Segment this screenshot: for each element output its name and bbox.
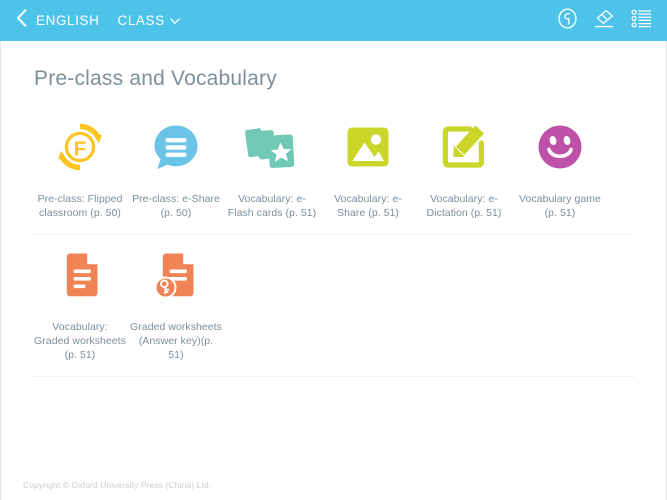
- class-dropdown[interactable]: CLASS: [117, 12, 180, 30]
- tile-vocabulary-e-dictation[interactable]: Vocabulary: e-Dictation (p. 51): [416, 107, 512, 220]
- tile-label: Vocabulary: e-Share (p. 51): [334, 193, 402, 219]
- tile-pre-class-e-share[interactable]: Pre-class: e-Share (p. 50): [128, 107, 224, 220]
- tile-vocabulary-game[interactable]: Vocabulary game (p. 51): [512, 107, 608, 220]
- topbar-left-group: ENGLISH CLASS: [8, 6, 180, 36]
- tile-label: Vocabulary: e-Dictation (p. 51): [426, 193, 502, 219]
- content-page: Pre-class and Vocabulary F Pre-class: Fl…: [0, 41, 667, 500]
- eraser-icon: [593, 8, 615, 34]
- list-menu-button[interactable]: [629, 9, 653, 33]
- graded-worksheets-answer-key-icon: [144, 243, 208, 307]
- list-menu-icon: [630, 9, 652, 33]
- tile-row: F Pre-class: Flipped classroom (p. 50) P…: [32, 107, 635, 235]
- annotate-pen-button[interactable]: [555, 8, 579, 34]
- annotate-pen-icon: [557, 8, 578, 34]
- copyright-text: Copyright © Oxford University Press (Chi…: [23, 480, 212, 490]
- tile-graded-worksheets-answer-key[interactable]: Graded worksheets (Answer key)(p. 51): [128, 235, 224, 362]
- e-dictation-pencil-icon: [432, 115, 496, 179]
- tile-label: Pre-class: e-Share (p. 50): [132, 193, 220, 219]
- tile-row: Vocabulary: Graded worksheets (p. 51) Gr…: [32, 235, 635, 377]
- page-footer: Copyright © Oxford University Press (Chi…: [1, 480, 666, 490]
- tile-label: Pre-class: Flipped classroom (p. 50): [37, 193, 123, 219]
- vocabulary-game-smiley-icon: [528, 115, 592, 179]
- tile-label: Vocabulary game (p. 51): [519, 193, 601, 219]
- back-button[interactable]: [8, 6, 34, 36]
- chevron-left-icon: [16, 9, 27, 32]
- svg-text:F: F: [74, 138, 87, 161]
- graded-worksheets-icon: [48, 243, 112, 307]
- tile-vocabulary-e-share[interactable]: Vocabulary: e-Share (p. 51): [320, 107, 416, 220]
- tile-label: Vocabulary: e-Flash cards (p. 51): [227, 193, 317, 219]
- tile-sections: F Pre-class: Flipped classroom (p. 50) P…: [1, 107, 666, 377]
- e-share-image-icon: [336, 115, 400, 179]
- topbar-tools-group: [555, 8, 653, 34]
- tile-vocabulary-graded-worksheets[interactable]: Vocabulary: Graded worksheets (p. 51): [32, 235, 128, 362]
- e-share-chat-icon: [144, 115, 208, 179]
- top-navigation-bar: ENGLISH CLASS: [0, 0, 667, 41]
- nav-subject-title: ENGLISH: [36, 13, 100, 28]
- tile-pre-class-flipped-classroom[interactable]: F Pre-class: Flipped classroom (p. 50): [32, 107, 128, 220]
- tile-label: Graded worksheets (Answer key)(p. 51): [130, 321, 222, 361]
- flipped-classroom-icon: F: [48, 115, 112, 179]
- page-title: Pre-class and Vocabulary: [34, 67, 277, 90]
- app-window: ENGLISH CLASS Pre-class and Vocabulary F…: [0, 0, 667, 500]
- class-dropdown-label: CLASS: [117, 13, 165, 28]
- tile-label: Vocabulary: Graded worksheets (p. 51): [34, 321, 126, 361]
- eraser-button[interactable]: [592, 9, 616, 33]
- chevron-down-icon: [170, 12, 180, 30]
- e-flash-cards-icon: [240, 115, 304, 179]
- tile-vocabulary-e-flash-cards[interactable]: Vocabulary: e-Flash cards (p. 51): [224, 107, 320, 220]
